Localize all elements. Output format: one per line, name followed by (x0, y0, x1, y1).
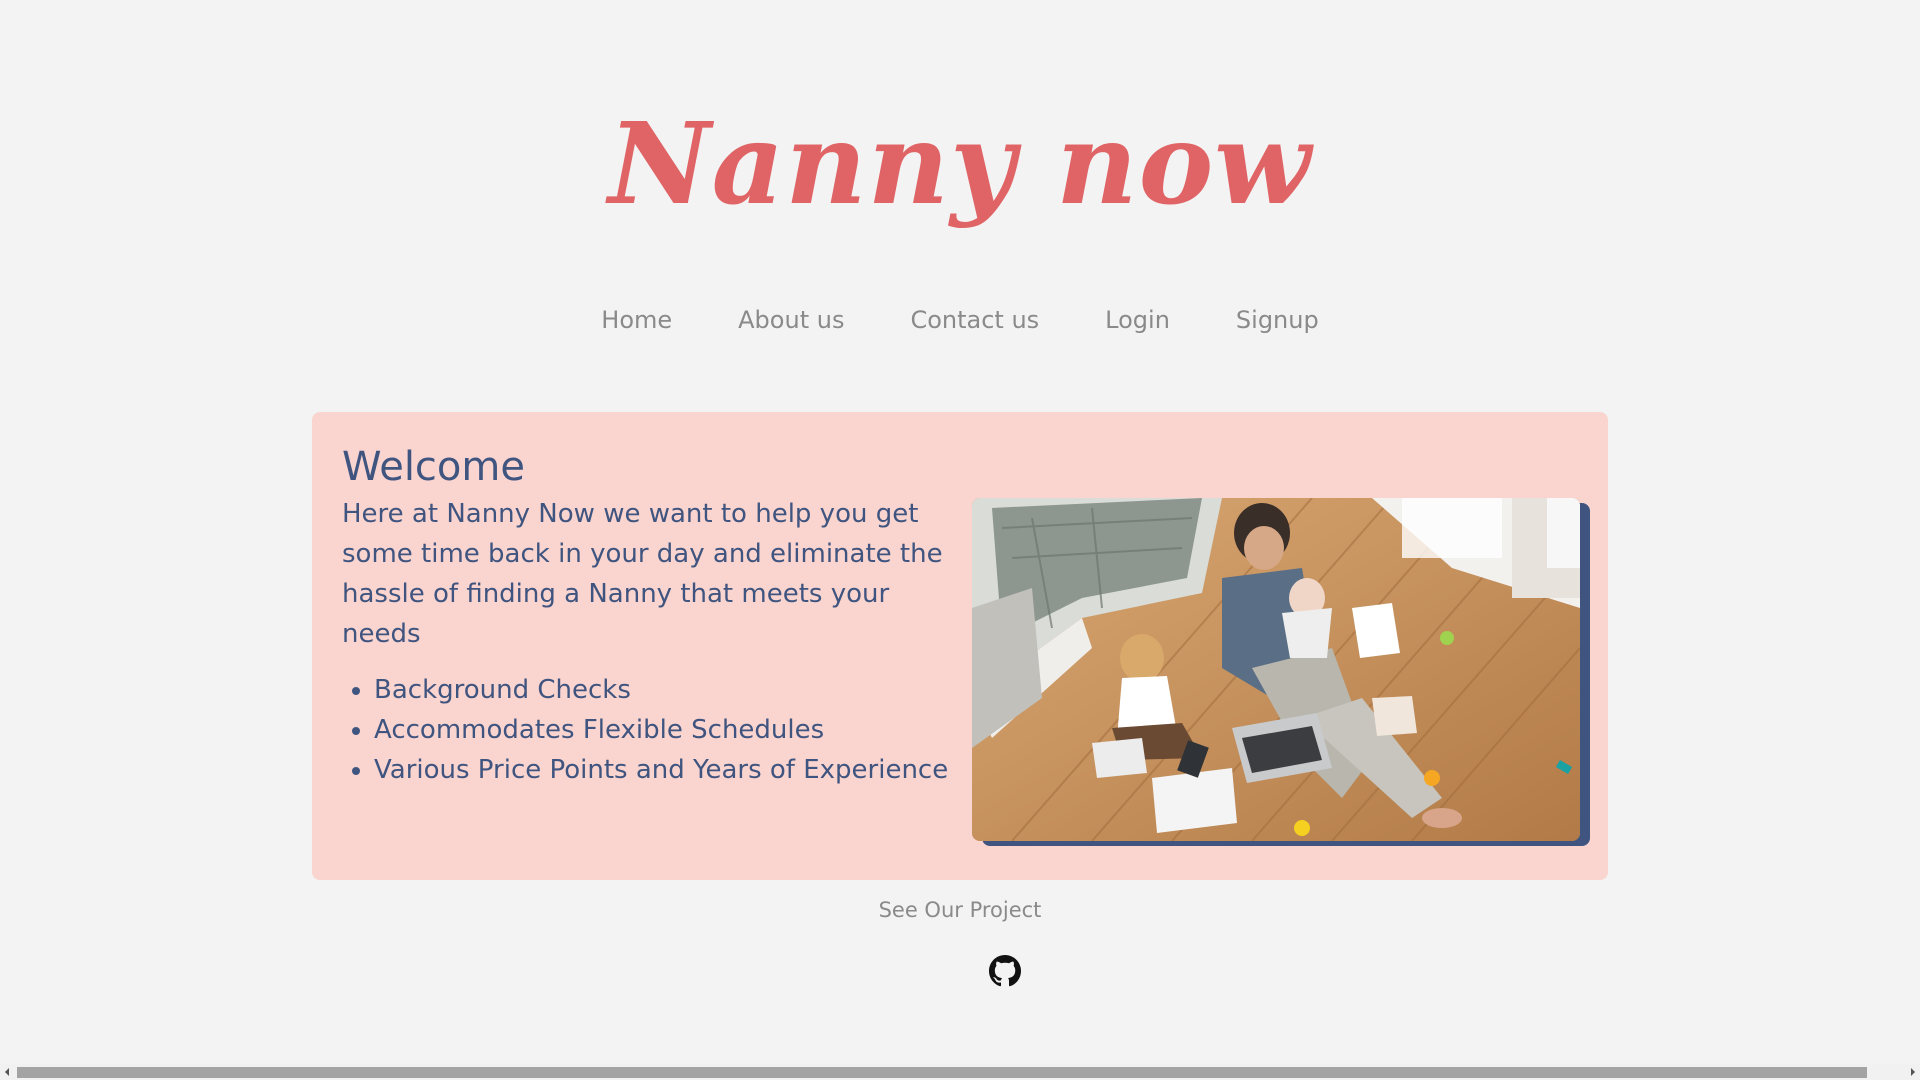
nav-contact-us[interactable]: Contact us (877, 300, 1072, 340)
nav-signup[interactable]: Signup (1203, 300, 1352, 340)
feature-item: Various Price Points and Years of Experi… (374, 750, 974, 790)
site-logo[interactable]: Nanny now (0, 90, 1920, 240)
page: Nanny now Home About us Contact us Login… (0, 0, 1920, 1080)
welcome-image (972, 498, 1590, 846)
see-project-label: See Our Project (878, 898, 1042, 922)
nav-home[interactable]: Home (568, 300, 705, 340)
github-icon[interactable] (989, 955, 1021, 987)
nav-about-us[interactable]: About us (705, 300, 877, 340)
welcome-text: Here at Nanny Now we want to help you ge… (342, 499, 943, 649)
main-nav: Home About us Contact us Login Signup (0, 300, 1920, 340)
scroll-right-icon[interactable] (1911, 1068, 1915, 1076)
welcome-title: Welcome (342, 444, 525, 490)
nav-login[interactable]: Login (1072, 300, 1203, 340)
scroll-left-icon[interactable] (5, 1068, 9, 1076)
horizontal-scrollbar[interactable] (0, 1064, 1920, 1080)
feature-list: Background Checks Accommodates Flexible … (342, 670, 974, 790)
feature-item: Accommodates Flexible Schedules (374, 710, 974, 750)
scrollbar-thumb[interactable] (17, 1067, 1867, 1078)
welcome-card: Welcome Here at Nanny Now we want to hel… (312, 412, 1608, 880)
feature-item: Background Checks (374, 670, 974, 710)
family-photo (972, 498, 1580, 841)
